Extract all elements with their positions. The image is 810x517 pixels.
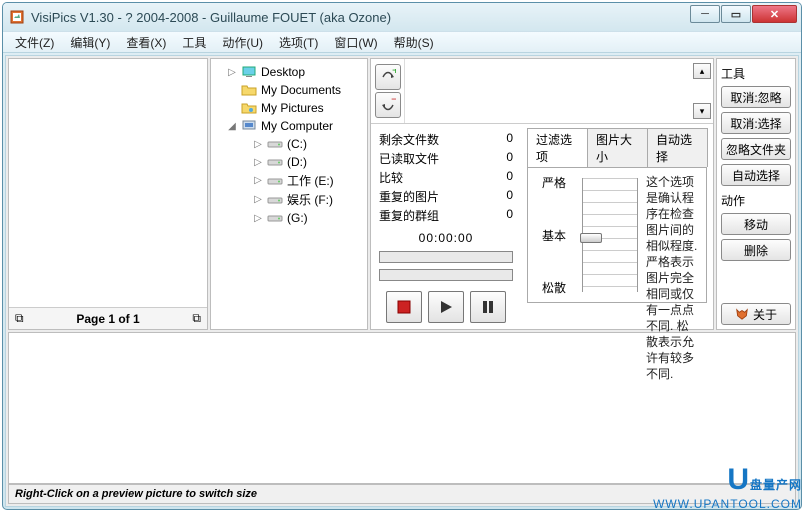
tree-drive[interactable]: (D:) [287,155,307,169]
tab-filter[interactable]: 过滤选项 [527,128,588,167]
drive-icon [267,136,283,152]
page-indicator: Page 1 of 1 [32,312,185,326]
elapsed-time: 00:00:00 [379,231,513,245]
center-panel: + − ▴ ▾ 剩余文件数 0 已读取文件 0 比较 0 重复的图片 0 [370,58,714,330]
tree-mycomputer[interactable]: My Computer [261,119,333,133]
page-first-icon[interactable]: ⧉ [15,311,24,326]
stat-label: 重复的群组 [379,207,439,224]
menu-edit[interactable]: 编辑(Y) [64,32,116,53]
maximize-button[interactable]: ▭ [721,5,751,23]
menubar: 文件(Z) 编辑(Y) 查看(X) 工具 动作(U) 选项(T) 窗口(W) 帮… [3,31,801,53]
app-icon [9,9,25,25]
page-last-icon[interactable]: ⧉ [192,311,201,326]
ignore-folder-button[interactable]: 忽略文件夹 [721,138,791,160]
pause-button[interactable] [470,291,506,323]
menu-actions[interactable]: 动作(U) [216,32,269,53]
slider-thumb[interactable] [580,233,602,243]
menu-tools[interactable]: 工具 [176,32,212,53]
about-label: 关于 [753,306,777,323]
selected-folders-list[interactable] [405,59,691,123]
tree-desktop[interactable]: Desktop [261,65,305,79]
menu-window[interactable]: 窗口(W) [328,32,383,53]
progress-bar-2 [379,269,513,281]
remove-folder-button[interactable]: − [375,92,401,118]
menu-file[interactable]: 文件(Z) [9,32,60,53]
tree-drive[interactable]: (G:) [287,211,308,225]
folder-icon [241,82,257,98]
move-button[interactable]: 移动 [721,213,791,235]
stat-label: 已读取文件 [379,150,439,167]
progress-bar-1 [379,251,513,263]
computer-icon [241,118,257,134]
tree-drive[interactable]: 娱乐 (F:) [287,191,333,208]
stat-value: 0 [506,150,513,167]
tab-image-size[interactable]: 图片大小 [587,128,648,167]
tree-mypictures[interactable]: My Pictures [261,101,324,115]
drive-icon [267,192,283,208]
desktop-icon [241,64,257,80]
tree-drive[interactable]: (C:) [287,137,307,151]
preview-panel: ⧉ Page 1 of 1 ⧉ [8,58,208,330]
tree-drive[interactable]: 工作 (E:) [287,172,334,189]
tab-auto-select[interactable]: 自动选择 [647,128,708,167]
tools-panel: 工具 取消:忽略 取消:选择 忽略文件夹 自动选择 动作 移动 删除 关于 [716,58,796,330]
unignore-button[interactable]: 取消:忽略 [721,86,791,108]
fox-icon [735,307,749,321]
drive-icon [267,154,283,170]
auto-select-button[interactable]: 自动选择 [721,164,791,186]
pictures-icon [241,100,257,116]
menu-view[interactable]: 查看(X) [120,32,172,53]
slider-label-loose: 松散 [542,279,566,296]
move-up-button[interactable]: ▴ [693,63,711,79]
svg-text:+: + [392,69,396,77]
drive-icon [267,173,283,189]
stat-label: 比较 [379,169,403,186]
tree-mydocuments[interactable]: My Documents [261,83,341,97]
menu-help[interactable]: 帮助(S) [388,32,440,53]
menu-options[interactable]: 选项(T) [273,32,324,53]
stat-label: 重复的图片 [379,188,439,205]
drive-icon [267,210,283,226]
filter-description: 这个选项是确认程序在检查图片间的相似程度. 严格表示图片完全相同或仅有一点点不同… [646,174,700,296]
stat-label: 剩余文件数 [379,131,439,148]
minimize-button[interactable]: ─ [690,5,720,23]
stat-value: 0 [506,188,513,205]
titlebar: VisiPics V1.30 - ? 2004-2008 - Guillaume… [3,3,801,31]
tools-label: 工具 [721,65,791,82]
folder-tree[interactable]: ▷Desktop My Documents My Pictures ◢My Co… [210,58,368,330]
stat-value: 0 [506,131,513,148]
stat-value: 0 [506,169,513,186]
move-down-button[interactable]: ▾ [693,103,711,119]
slider-label-basic: 基本 [542,227,566,244]
actions-label: 动作 [721,192,791,209]
svg-text:−: − [391,97,396,106]
close-button[interactable]: ✕ [752,5,797,23]
tab-content: 严格 基本 松散 这个选项是确认程序在检查图片间的相似程度. 严格表示图片完全相… [527,167,707,303]
unselect-button[interactable]: 取消:选择 [721,112,791,134]
window-title: VisiPics V1.30 - ? 2004-2008 - Guillaume… [31,10,391,25]
delete-button[interactable]: 删除 [721,239,791,261]
stat-value: 0 [506,207,513,224]
add-folder-button[interactable]: + [375,64,401,90]
slider-label-strict: 严格 [542,174,566,191]
status-bar: Right-Click on a preview picture to swit… [8,484,796,504]
stats-panel: 剩余文件数 0 已读取文件 0 比较 0 重复的图片 0 重复的群组 0 00:00:00 [371,124,521,329]
play-button[interactable] [428,291,464,323]
similarity-slider[interactable] [582,178,638,292]
about-button[interactable]: 关于 [721,303,791,325]
stop-button[interactable] [386,291,422,323]
